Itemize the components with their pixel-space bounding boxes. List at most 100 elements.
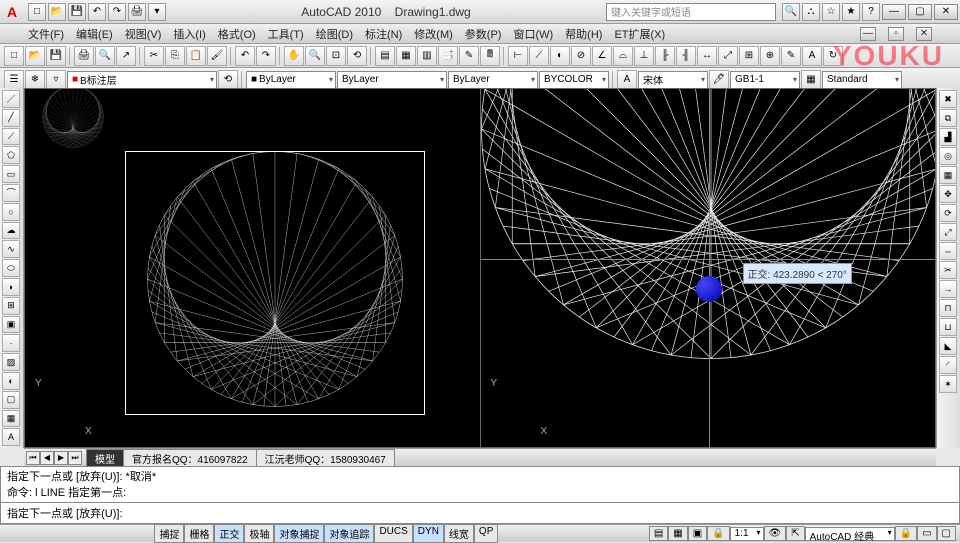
workspace-lock-icon[interactable]: 🔒 bbox=[895, 526, 917, 541]
menu-dimension[interactable]: 标注(N) bbox=[365, 26, 402, 42]
explode-icon[interactable]: ✶ bbox=[939, 375, 957, 393]
dimtedit-icon[interactable]: A bbox=[802, 46, 822, 66]
point-icon[interactable]: · bbox=[2, 334, 20, 352]
textstyle-button[interactable]: A bbox=[617, 70, 637, 90]
font-combo[interactable]: 宋体 bbox=[638, 71, 708, 89]
rectangle-icon[interactable]: ▭ bbox=[2, 165, 20, 183]
properties-button[interactable]: ▤ bbox=[375, 46, 395, 66]
erase-icon[interactable]: ✖ bbox=[939, 90, 957, 108]
save-button[interactable]: 💾 bbox=[46, 46, 66, 66]
subscription-icon[interactable]: ⛬ bbox=[802, 3, 820, 21]
centermark-icon[interactable]: ⊕ bbox=[760, 46, 780, 66]
hatch-icon[interactable]: ▨ bbox=[2, 353, 20, 371]
copy-icon[interactable]: ⧉ bbox=[939, 109, 957, 127]
dim-ordinate-icon[interactable]: ⊥ bbox=[634, 46, 654, 66]
pline-icon[interactable]: ⟋ bbox=[2, 128, 20, 146]
dim-space-icon[interactable]: ↔ bbox=[697, 46, 717, 66]
minimize-button[interactable]: — bbox=[882, 4, 906, 20]
region-icon[interactable]: ▢ bbox=[2, 391, 20, 409]
status-对象追踪[interactable]: 对象追踪 bbox=[324, 524, 374, 543]
menu-insert[interactable]: 插入(I) bbox=[173, 26, 205, 42]
pan-button[interactable]: ✋ bbox=[284, 46, 304, 66]
dim-break-icon[interactable]: ⤢ bbox=[718, 46, 738, 66]
zoom-prev-button[interactable]: ⟲ bbox=[347, 46, 367, 66]
favorites-icon[interactable]: ★ bbox=[842, 3, 860, 21]
redo-icon[interactable]: ↷ bbox=[108, 3, 126, 21]
redo-button[interactable]: ↷ bbox=[256, 46, 276, 66]
scale-icon[interactable]: ⤢ bbox=[939, 223, 957, 241]
table-icon[interactable]: ▦ bbox=[2, 410, 20, 428]
menu-tools[interactable]: 工具(T) bbox=[268, 26, 304, 42]
print-icon[interactable]: 🖨 bbox=[128, 3, 146, 21]
preview-button[interactable]: 🔍 bbox=[95, 46, 115, 66]
ellipse-icon[interactable]: ⬭ bbox=[2, 259, 20, 277]
publish-button[interactable]: ↗ bbox=[116, 46, 136, 66]
revcloud-icon[interactable]: ☁ bbox=[2, 222, 20, 240]
dim-radius-icon[interactable]: ◐ bbox=[550, 46, 570, 66]
markup-button[interactable]: ✎ bbox=[459, 46, 479, 66]
drawing-area[interactable]: X Y 正交: 423.2890 < 270° X bbox=[24, 88, 936, 448]
move-icon[interactable]: ✥ bbox=[939, 185, 957, 203]
zoom-window-button[interactable]: ⊡ bbox=[326, 46, 346, 66]
status-QP[interactable]: QP bbox=[474, 524, 498, 543]
dim-arc-icon[interactable]: ⌓ bbox=[613, 46, 633, 66]
fillet-icon[interactable]: ◜ bbox=[939, 356, 957, 374]
save-icon[interactable]: 💾 bbox=[68, 3, 86, 21]
dimupdate-icon[interactable]: ↻ bbox=[823, 46, 843, 66]
menu-format[interactable]: 格式(O) bbox=[218, 26, 256, 42]
status-DUCS[interactable]: DUCS bbox=[374, 524, 412, 543]
sheetset-button[interactable]: 📑 bbox=[438, 46, 458, 66]
textstyle-combo[interactable]: GB1-1 bbox=[730, 71, 800, 89]
modelspace-toggle[interactable]: ▤ bbox=[649, 526, 668, 541]
menu-et[interactable]: ET扩展(X) bbox=[614, 26, 665, 42]
undo-icon[interactable]: ↶ bbox=[88, 3, 106, 21]
menu-view[interactable]: 视图(V) bbox=[125, 26, 162, 42]
command-input-line[interactable]: 指定下一点或 [放弃(U)]: bbox=[7, 505, 953, 521]
open-icon[interactable]: 📂 bbox=[48, 3, 66, 21]
menu-draw[interactable]: 绘图(D) bbox=[316, 26, 353, 42]
tab-model[interactable]: 模型 bbox=[86, 449, 124, 467]
extend-icon[interactable]: → bbox=[939, 280, 957, 298]
annoautoscale-icon[interactable]: ⇱ bbox=[786, 526, 804, 541]
rotate-icon[interactable]: ⟳ bbox=[939, 204, 957, 222]
status-DYN[interactable]: DYN bbox=[413, 524, 444, 543]
linetype-combo[interactable]: ByLayer bbox=[337, 71, 447, 89]
tolerance-icon[interactable]: ⊞ bbox=[739, 46, 759, 66]
menu-file[interactable]: 文件(F) bbox=[28, 26, 64, 42]
dimstyle-button[interactable]: 🖊 bbox=[709, 70, 729, 90]
plot-button[interactable]: 🖨 bbox=[74, 46, 94, 66]
toolbar-positions-icon[interactable]: ▭ bbox=[917, 526, 936, 541]
color-combo[interactable]: ■ ByLayer bbox=[246, 71, 336, 89]
lineweight-combo[interactable]: ByLayer bbox=[448, 71, 538, 89]
qat-more-icon[interactable]: ▾ bbox=[148, 3, 166, 21]
menu-edit[interactable]: 编辑(E) bbox=[76, 26, 113, 42]
dim-diameter-icon[interactable]: ⊘ bbox=[571, 46, 591, 66]
doc-close-button[interactable]: ✕ bbox=[916, 27, 932, 41]
line-icon[interactable]: ／ bbox=[2, 90, 20, 108]
mtext-icon[interactable]: A bbox=[2, 428, 20, 446]
dim-angular-icon[interactable]: ∠ bbox=[592, 46, 612, 66]
dimedit-icon[interactable]: ✎ bbox=[781, 46, 801, 66]
status-栅格[interactable]: 栅格 bbox=[184, 524, 214, 543]
menu-window[interactable]: 窗口(W) bbox=[513, 26, 553, 42]
tab-next-icon[interactable]: ▶ bbox=[54, 451, 68, 465]
chamfer-icon[interactable]: ◣ bbox=[939, 337, 957, 355]
quickcalc-button[interactable]: 🖩 bbox=[480, 46, 500, 66]
ellipsearc-icon[interactable]: ◗ bbox=[2, 278, 20, 296]
viewport-right[interactable]: 正交: 423.2890 < 270° X Y bbox=[481, 89, 936, 447]
trim-icon[interactable]: ✂ bbox=[939, 261, 957, 279]
status-线宽[interactable]: 线宽 bbox=[444, 524, 474, 543]
cleanscreen-icon[interactable]: ▢ bbox=[937, 526, 956, 541]
open-button[interactable]: 📂 bbox=[25, 46, 45, 66]
break-icon[interactable]: ⊓ bbox=[939, 299, 957, 317]
insert-icon[interactable]: ⊞ bbox=[2, 297, 20, 315]
status-极轴[interactable]: 极轴 bbox=[244, 524, 274, 543]
tab-layout1[interactable]: 官方报名QQ：416097822 bbox=[123, 449, 257, 467]
dim-baseline-icon[interactable]: ╟ bbox=[655, 46, 675, 66]
copy-button[interactable]: ⎘ bbox=[165, 46, 185, 66]
close-button[interactable]: ✕ bbox=[934, 4, 958, 20]
mirror-icon[interactable]: ▟ bbox=[939, 128, 957, 146]
dim-linear-icon[interactable]: ⊢ bbox=[508, 46, 528, 66]
tab-last-icon[interactable]: ⏭ bbox=[68, 451, 82, 465]
arc-icon[interactable]: ⌒ bbox=[2, 184, 20, 202]
